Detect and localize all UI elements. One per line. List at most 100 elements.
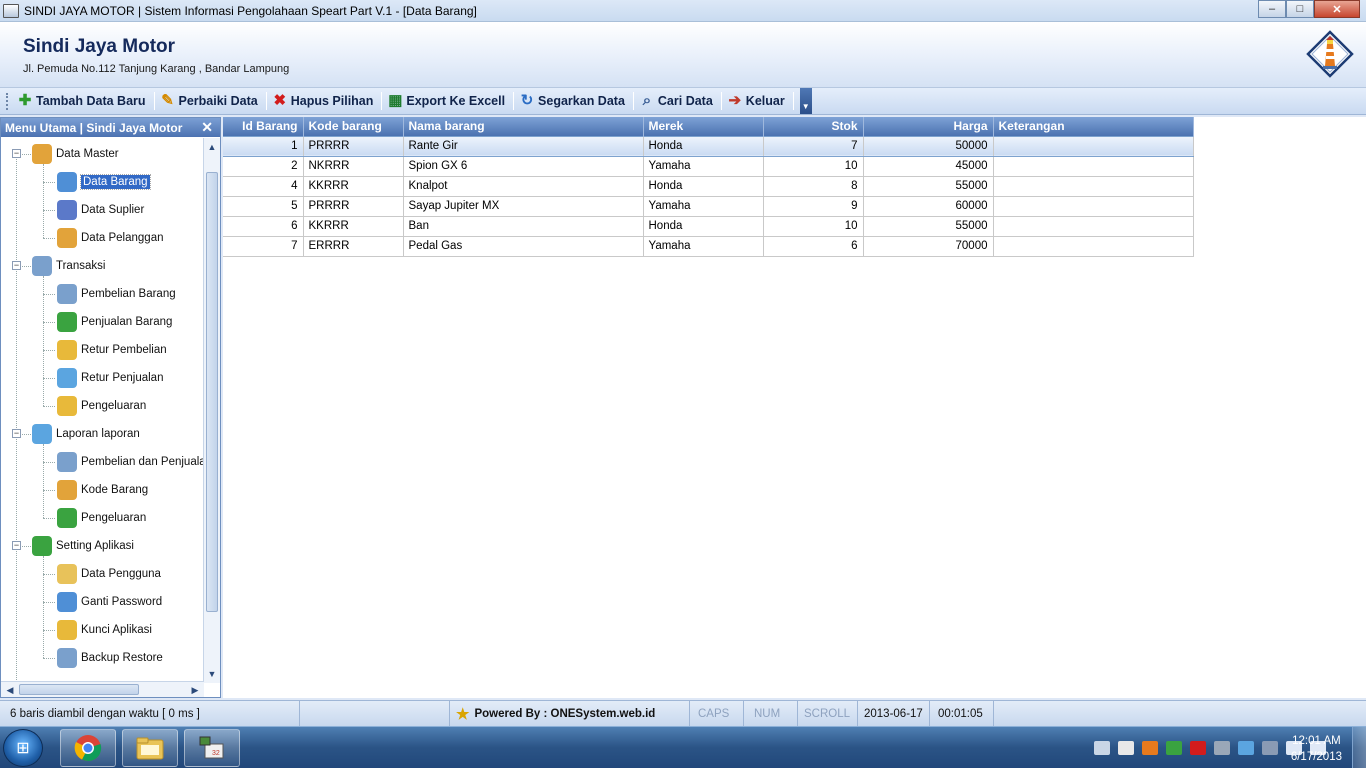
cell-harga[interactable]: 70000 — [863, 236, 994, 257]
cell-id-barang[interactable]: 7 — [223, 236, 304, 257]
network-adapter-icon[interactable] — [1094, 741, 1110, 755]
cell-stok[interactable]: 8 — [763, 176, 864, 197]
cell-kode-barang[interactable]: PRRRR — [303, 135, 404, 157]
cell-id-barang[interactable]: 2 — [223, 156, 304, 177]
tambah-data-baru-button[interactable]: ✚ Tambah Data Baru — [14, 90, 152, 112]
maximize-button[interactable]: □ — [1286, 0, 1314, 18]
table-row[interactable]: 4 KKRRR Knalpot Honda 8 55000 — [223, 176, 1194, 197]
column-header-keterangan[interactable]: Keterangan — [993, 117, 1194, 136]
system-clock[interactable]: 12:01 AM 6/17/2013 — [1291, 733, 1342, 765]
tree-item-backup-restore[interactable]: Backup Restore — [57, 648, 163, 668]
cell-stok[interactable]: 6 — [763, 236, 864, 257]
tree-item-kode-barang[interactable]: Kode Barang — [57, 480, 148, 500]
cell-nama-barang[interactable]: Spion GX 6 — [403, 156, 644, 177]
tree-item-pembelian-dan-penjualan[interactable]: Pembelian dan Penjualan — [57, 452, 204, 472]
cell-stok[interactable]: 7 — [763, 135, 864, 157]
tree-item-pengeluaran[interactable]: Pengeluaran — [57, 508, 146, 528]
tree-item-retur-penjualan[interactable]: Retur Penjualan — [57, 368, 163, 388]
cell-merek[interactable]: Yamaha — [643, 156, 764, 177]
column-header-harga[interactable]: Harga — [863, 117, 994, 136]
cell-kode-barang[interactable]: PRRRR — [303, 196, 404, 217]
chat-icon[interactable] — [1118, 741, 1134, 755]
column-header-stok[interactable]: Stok — [763, 117, 864, 136]
cell-id-barang[interactable]: 6 — [223, 216, 304, 237]
cell-id-barang[interactable]: 1 — [223, 135, 304, 157]
show-desktop-button[interactable] — [1352, 727, 1366, 768]
cell-nama-barang[interactable]: Ban — [403, 216, 644, 237]
cell-kode-barang[interactable]: KKRRR — [303, 216, 404, 237]
cell-keterangan[interactable] — [993, 176, 1194, 197]
cell-nama-barang[interactable]: Pedal Gas — [403, 236, 644, 257]
toolbar-grip[interactable] — [6, 92, 9, 110]
tree-item-data-suplier[interactable]: Data Suplier — [57, 200, 144, 220]
minimize-button[interactable]: – — [1258, 0, 1286, 18]
tree-item-data-pelanggan[interactable]: Data Pelanggan — [57, 228, 163, 248]
scroll-left-arrow-icon[interactable]: ◀ — [3, 683, 17, 697]
cell-merek[interactable]: Yamaha — [643, 196, 764, 217]
cell-harga[interactable]: 50000 — [863, 135, 994, 157]
export-ke-excell-button[interactable]: ▦ Export Ke Excell — [384, 90, 511, 112]
tree-item-ganti-password[interactable]: Ganti Password — [57, 592, 162, 612]
cell-kode-barang[interactable]: KKRRR — [303, 176, 404, 197]
keluar-button[interactable]: ➔ Keluar — [724, 90, 791, 112]
tree-item-kunci-aplikasi[interactable]: Kunci Aplikasi — [57, 620, 152, 640]
scroll-thumb[interactable] — [206, 172, 218, 612]
cell-harga[interactable]: 55000 — [863, 176, 994, 197]
cell-harga[interactable]: 60000 — [863, 196, 994, 217]
close-window-button[interactable]: ✕ — [1314, 0, 1360, 18]
perbaiki-data-button[interactable]: ✎ Perbaiki Data — [157, 90, 264, 112]
cell-merek[interactable]: Honda — [643, 135, 764, 157]
tree-item-data-pengguna[interactable]: Data Pengguna — [57, 564, 161, 584]
app-window-icon[interactable] — [3, 3, 19, 18]
sync-icon[interactable] — [1166, 741, 1182, 755]
scroll-right-arrow-icon[interactable]: ▶ — [188, 683, 202, 697]
table-row[interactable]: 2 NKRRR Spion GX 6 Yamaha 10 45000 — [223, 156, 1194, 177]
cell-kode-barang[interactable]: ERRRR — [303, 236, 404, 257]
column-header-kode-barang[interactable]: Kode barang — [303, 117, 404, 136]
tree-item-retur-pembelian[interactable]: Retur Pembelian — [57, 340, 167, 360]
menu-vertical-scrollbar[interactable]: ▲ ▼ — [203, 138, 220, 683]
cari-data-button[interactable]: ⌕ Cari Data — [636, 90, 719, 112]
start-button[interactable]: ⊞ — [3, 729, 43, 767]
app-taskbar-button[interactable]: 32 — [184, 729, 240, 767]
cell-keterangan[interactable] — [993, 196, 1194, 217]
cell-kode-barang[interactable]: NKRRR — [303, 156, 404, 177]
hscroll-thumb[interactable] — [19, 684, 139, 695]
cell-nama-barang[interactable]: Sayap Jupiter MX — [403, 196, 644, 217]
xampp-icon[interactable] — [1142, 741, 1158, 755]
cell-merek[interactable]: Yamaha — [643, 236, 764, 257]
column-header-id-barang[interactable]: Id Barang — [223, 117, 304, 136]
cell-stok[interactable]: 10 — [763, 156, 864, 177]
explorer-taskbar-button[interactable] — [122, 729, 178, 767]
tree-item-pengeluaran[interactable]: Pengeluaran — [57, 396, 146, 416]
cell-keterangan[interactable] — [993, 216, 1194, 237]
table-row[interactable]: 7 ERRRR Pedal Gas Yamaha 6 70000 — [223, 236, 1194, 257]
cell-stok[interactable]: 9 — [763, 196, 864, 217]
hapus-pilihan-button[interactable]: ✖ Hapus Pilihan — [269, 90, 380, 112]
tree-item-data-barang[interactable]: Data Barang — [57, 172, 151, 192]
cell-id-barang[interactable]: 4 — [223, 176, 304, 197]
collapse-icon[interactable]: − — [12, 261, 21, 270]
scroll-down-arrow-icon[interactable]: ▼ — [205, 667, 219, 681]
table-row[interactable]: 6 KKRRR Ban Honda 10 55000 — [223, 216, 1194, 237]
table-row[interactable]: 1 PRRRR Rante Gir Honda 7 50000 — [223, 135, 1194, 157]
tree-group-laporan-laporan[interactable]: Laporan laporan — [32, 424, 140, 444]
cell-harga[interactable]: 45000 — [863, 156, 994, 177]
collapse-icon[interactable]: − — [12, 149, 21, 158]
cell-keterangan[interactable] — [993, 156, 1194, 177]
scroll-up-arrow-icon[interactable]: ▲ — [205, 140, 219, 154]
cell-nama-barang[interactable]: Knalpot — [403, 176, 644, 197]
cell-id-barang[interactable]: 5 — [223, 196, 304, 217]
column-header-nama-barang[interactable]: Nama barang — [403, 117, 644, 136]
usb-icon[interactable] — [1262, 741, 1278, 755]
flag-icon[interactable] — [1190, 741, 1206, 755]
tree-group-data-master[interactable]: Data Master — [32, 144, 119, 164]
tree-group-transaksi[interactable]: Transaksi — [32, 256, 105, 276]
cell-merek[interactable]: Honda — [643, 216, 764, 237]
menu-horizontal-scrollbar[interactable]: ◀ ▶ — [1, 681, 204, 697]
monitor-icon[interactable] — [1214, 741, 1230, 755]
table-row[interactable]: 5 PRRRR Sayap Jupiter MX Yamaha 9 60000 — [223, 196, 1194, 217]
cell-keterangan[interactable] — [993, 236, 1194, 257]
tree-item-penjualan-barang[interactable]: Penjualan Barang — [57, 312, 172, 332]
toolbar-overflow-button[interactable]: ▼ — [799, 88, 812, 114]
